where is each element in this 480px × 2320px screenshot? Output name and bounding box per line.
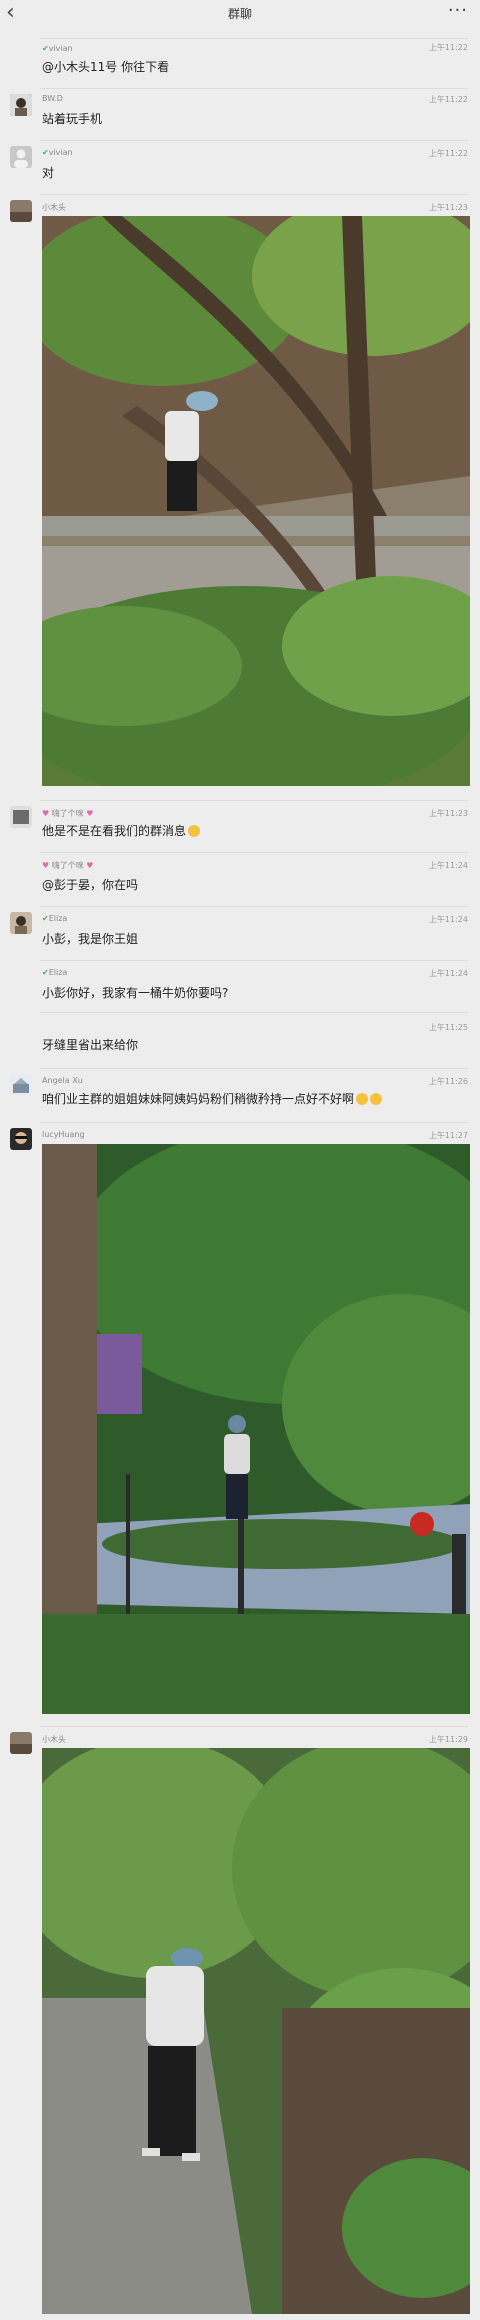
message-time: 上午11:29 [428,1735,468,1744]
sender-name: lucyHuang [42,1130,85,1139]
message-time: 上午11:25 [428,1023,468,1032]
message-divider [40,194,468,195]
laughing-emoji-icon [356,1093,369,1105]
message-divider [40,960,468,961]
page-title: 群聊 [227,7,252,21]
thinking-emoji-icon [188,825,201,837]
message-time: 上午11:23 [428,809,468,818]
title-bar: ‹ 群聊 ··· [0,0,480,28]
avatar[interactable] [10,806,32,828]
avatar[interactable] [10,94,32,116]
avatar[interactable] [10,200,32,222]
message-time: 上午11:24 [428,861,468,870]
avatar[interactable] [10,912,32,934]
message-text[interactable]: @小木头11号 你往下看 [42,58,169,75]
message-text[interactable]: 咱们业主群的姐姐妹妹阿姨妈妈粉们稍微矜持一点好不好啊 [42,1090,383,1107]
message-time: 上午11:23 [428,203,468,212]
message-divider [40,1122,468,1123]
sender-name: ✔vivian [42,44,73,53]
message-time: 上午11:22 [428,149,468,158]
photo-message[interactable] [42,216,470,786]
message-text[interactable]: 对 [42,164,54,181]
message-divider [40,800,468,801]
sender-name: ✔Eliza [42,914,68,923]
message-divider [40,1726,468,1727]
message-divider [40,140,468,141]
message-time: 上午11:24 [428,915,468,924]
photo-message[interactable] [42,1748,470,2314]
sender-name: Angela Xu [42,1076,83,1085]
message-time: 上午11:24 [428,969,468,978]
more-dots-icon[interactable]: ··· [448,0,468,21]
message-divider [40,38,468,39]
message-divider [40,1068,468,1069]
message-divider [40,1012,468,1013]
message-time: 上午11:22 [428,95,468,104]
message-text[interactable]: 小彭，我是你王姐 [42,930,138,947]
avatar[interactable] [10,146,32,168]
message-text[interactable]: 牙缝里省出来给你 [42,1036,138,1053]
sender-name: ✔Eliza [42,968,68,977]
message-time: 上午11:27 [428,1131,468,1140]
photo-message[interactable] [42,1144,470,1714]
avatar[interactable] [10,1074,32,1096]
message-text[interactable]: @彭于晏，你在吗 [42,876,138,893]
sender-name: BW.D [42,94,63,103]
message-divider [40,88,468,89]
avatar[interactable] [10,1128,32,1150]
avatar[interactable] [10,1732,32,1754]
message-time: 上午11:22 [428,43,468,52]
sender-name: ♥ 嗨了个咪 ♥ [42,809,94,818]
sender-name: 小木头 [42,203,66,212]
sender-name: 小木头 [42,1735,66,1744]
sender-name: ✔vivian [42,148,73,157]
message-time: 上午11:26 [428,1077,468,1086]
message-text[interactable]: 他是不是在看我们的群消息 [42,822,201,839]
sender-name: ♥ 嗨了个咪 ♥ [42,861,94,870]
laughing-emoji-icon [370,1093,383,1105]
message-text[interactable]: 小彭你好，我家有一桶牛奶你要吗? [42,984,228,1001]
message-divider [40,852,468,853]
message-divider [40,906,468,907]
message-text[interactable]: 站着玩手机 [42,110,102,127]
